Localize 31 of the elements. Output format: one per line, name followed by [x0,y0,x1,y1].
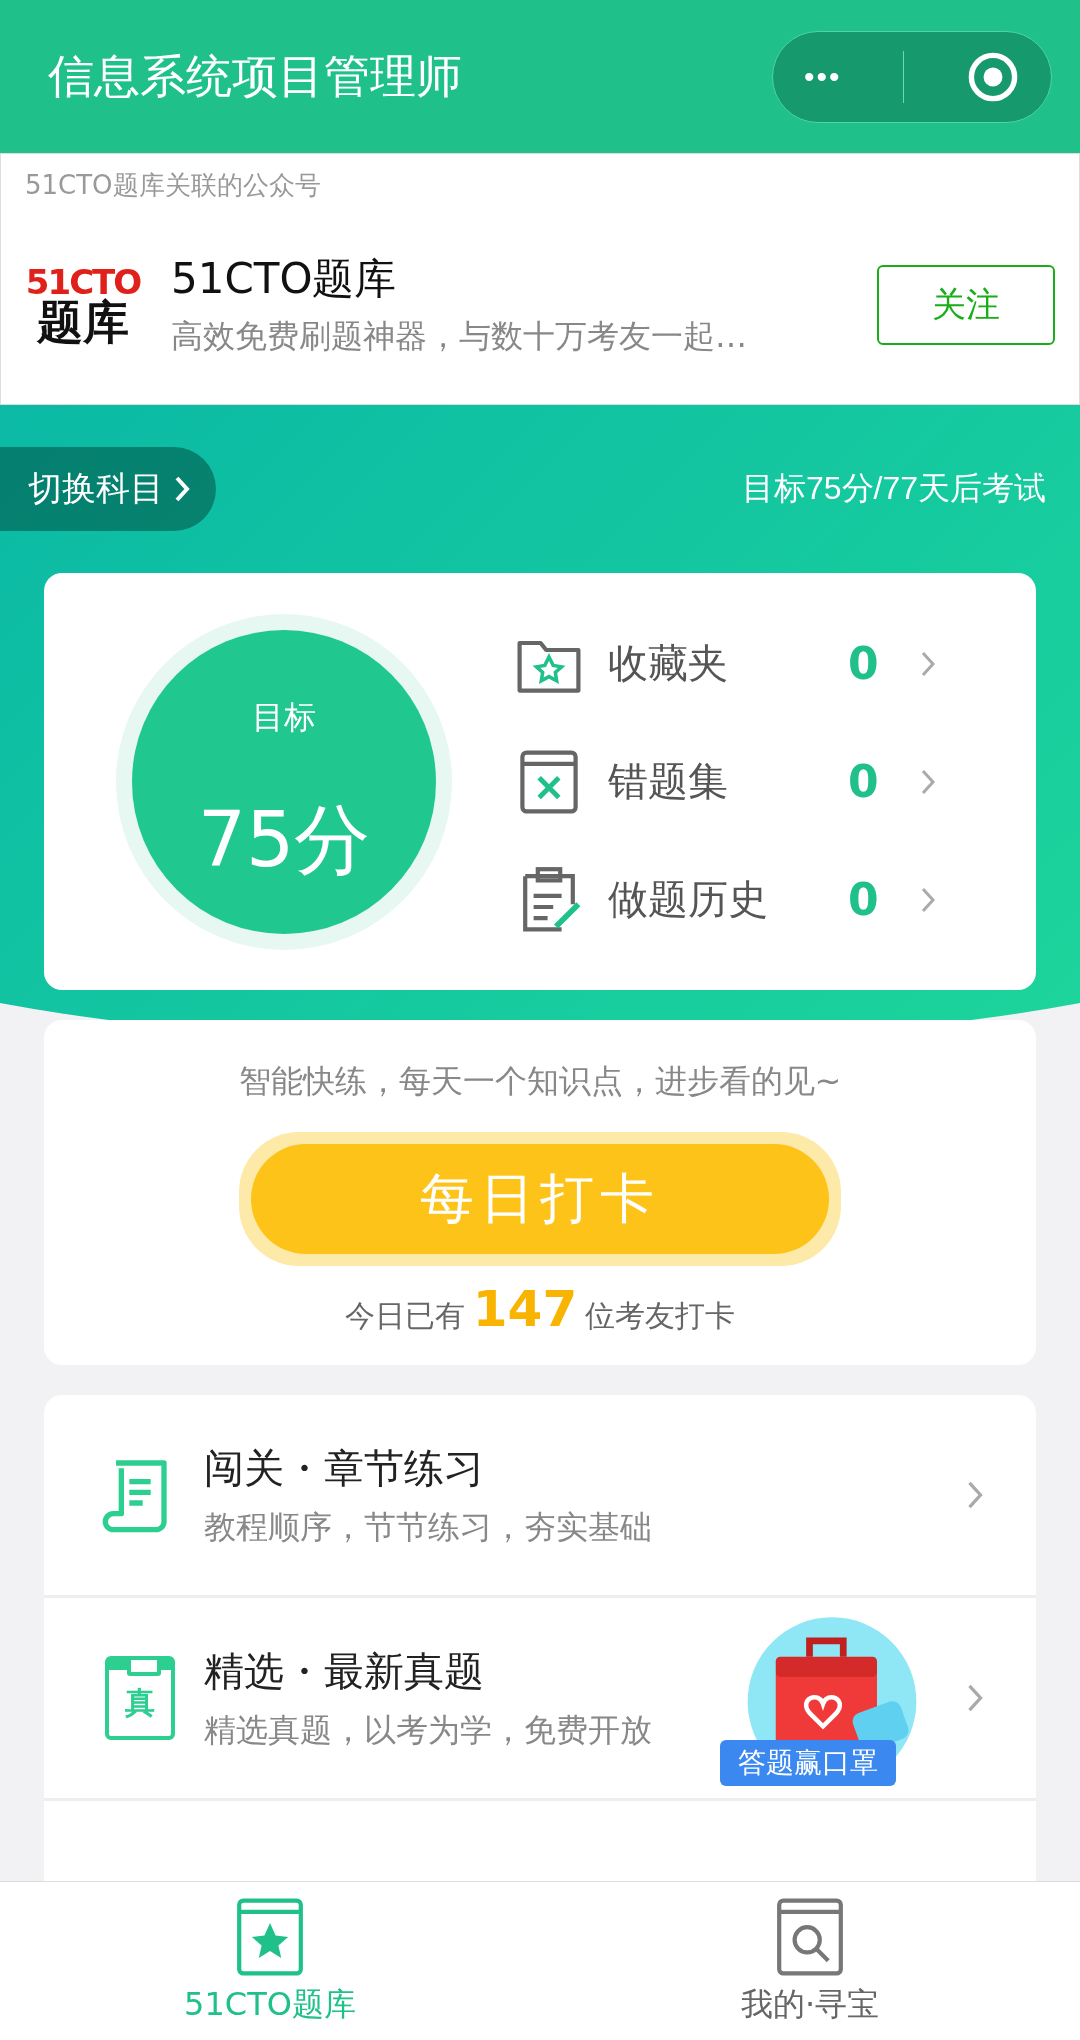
checkin-suffix: 位考友打卡 [585,1297,736,1335]
gauge-score: 75分 [197,793,371,886]
stat-label[interactable]: 收藏夹 [608,636,848,691]
goal-text: 目标75分/77天后考试 [741,469,1046,508]
stat-count: 0 [848,756,880,807]
promo-badge[interactable]: 答题赢口罩 [712,1606,952,1798]
page-title: 信息系统项目管理师 [48,47,462,105]
practice-description: 精选真题，以考为学，免费开放 [204,1709,653,1751]
gauge-label: 目标 [252,696,316,738]
practice-item[interactable]: 真 精选・最新真题 精选真题，以考为学，免费开放 答题赢口罩 [44,1598,1036,1801]
account-name: 51CTO题库 [171,253,398,305]
clipboard-icon: 真 [105,1656,175,1740]
promo-ribbon: 答题赢口罩 [720,1740,896,1786]
tab-item[interactable]: 我的·寻宝 [540,1882,1080,2040]
stat-count: 0 [848,874,880,925]
follow-button[interactable]: 关注 [877,265,1055,345]
account-logo: 51CTO 题库 [25,265,141,345]
stat-label[interactable]: 做题历史 [608,872,848,927]
practice-item[interactable]: 闯关・章节练习 教程顺序，节节练习，夯实基础 [44,1395,1036,1598]
practice-title: 精选・最新真题 [204,1646,485,1696]
practice-description: 教程顺序，节节练习，夯实基础 [204,1506,653,1548]
practice-title: 闯关・章节练习 [204,1443,485,1493]
account-caption: 51CTO题库关联的公众号 [25,169,322,202]
daily-hint: 智能快练，每天一个知识点，进步看的见~ [238,1061,842,1102]
checkin-prefix: 今日已有 [344,1297,465,1335]
stat-label[interactable]: 错题集 [608,754,848,809]
checkin-count: 147 [472,1280,578,1338]
more-button[interactable]: ••• [803,59,842,94]
account-description: 高效免费刷题神器，与数十万考友一起… [171,316,748,357]
stat-count: 0 [848,638,880,689]
switch-subject-button[interactable]: 切换科目 [0,447,216,531]
